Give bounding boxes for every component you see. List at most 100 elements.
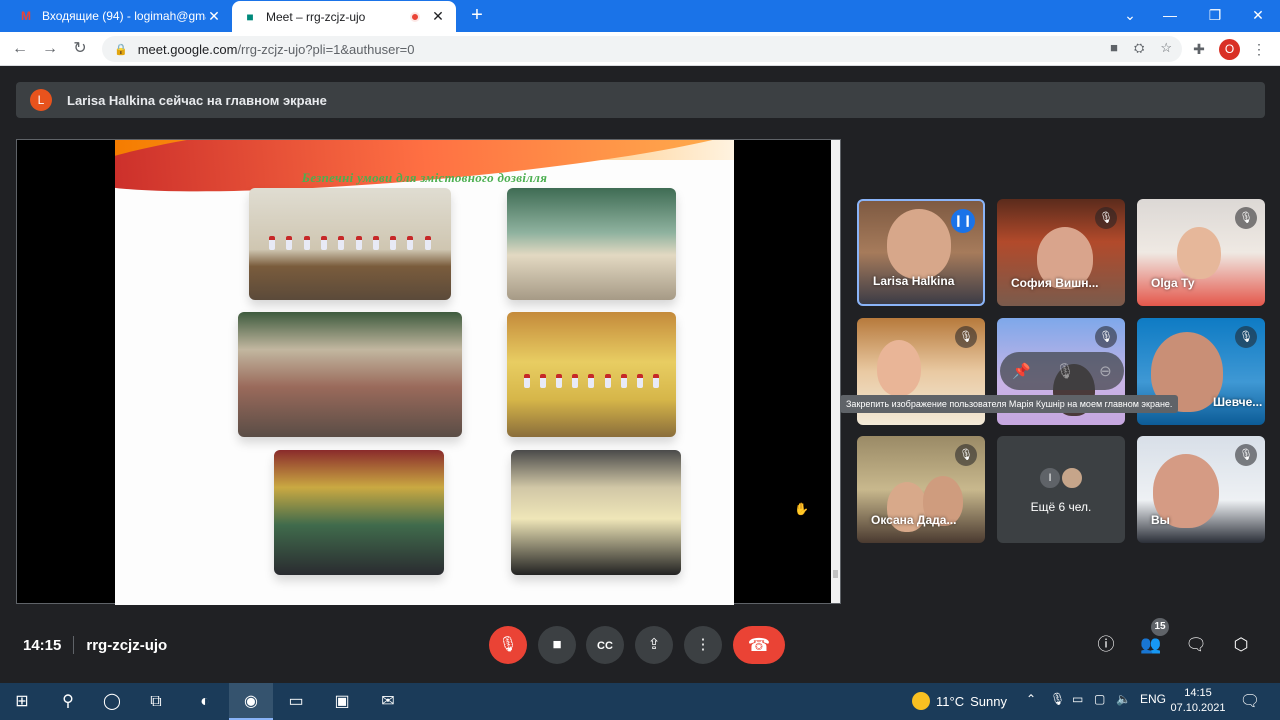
tray-mic-icon[interactable]: 🎙 — [1050, 692, 1065, 706]
participant-mini-avatar — [1060, 466, 1084, 490]
task-view-icon[interactable]: ⧉ — [134, 683, 178, 720]
clock-date: 07.10.2021 — [1170, 702, 1226, 714]
weather-desc: Sunny — [970, 693, 1007, 709]
mic-off-icon: 🎙 — [1235, 326, 1257, 348]
speaking-indicator-icon: ❙❙ — [951, 209, 975, 233]
camera-icon: ■ — [552, 636, 562, 653]
present-screen-icon: ⇪ — [647, 636, 661, 653]
tab-title: Входящие (94) - logimah@gmail — [42, 9, 206, 23]
maximize-button[interactable]: ❐ — [1195, 0, 1235, 32]
camera-toggle-button[interactable]: ■ — [538, 626, 576, 664]
mic-toggle-button[interactable]: 🎙 — [489, 626, 527, 664]
slide-title: Безпечні умови для змістовного дозвілля — [301, 170, 548, 185]
windows-start-icon[interactable]: ⊞ — [0, 683, 44, 720]
edge-icon[interactable]: ◐ — [183, 683, 227, 720]
chat-icon: 🗨 — [1185, 635, 1207, 654]
tab-meet[interactable]: ■ Meet – rrg-zcjz-ujo ✕ — [232, 1, 456, 32]
search-icon[interactable]: ⚲ — [46, 683, 90, 720]
tray-chevron-icon[interactable]: ⌃ — [1026, 692, 1036, 706]
presentation-stage[interactable]: Безпечні умови для змістовного дозвілля … — [16, 139, 841, 605]
participant-video — [887, 209, 951, 279]
network-icon[interactable]: ▢ — [1094, 692, 1105, 706]
participant-name: София Вишн... — [1011, 276, 1099, 290]
info-icon: ⓘ — [1097, 635, 1115, 654]
mic-off-icon: 🎙 — [1235, 207, 1257, 229]
leave-call-button[interactable]: ☎ — [733, 626, 785, 664]
taskbar-clock[interactable]: 14:15 07.10.2021 — [1170, 686, 1226, 716]
translate-icon[interactable]: ⛭ — [1134, 40, 1144, 56]
url-host: meet.google.com — [137, 41, 238, 57]
file-explorer-icon[interactable]: ▭ — [274, 683, 318, 720]
tile-hover-controls: 📌 🎙 ⊖ — [1000, 352, 1124, 390]
minimize-button[interactable]: — — [1150, 0, 1190, 32]
participant-tile[interactable]: ❙❙ Larisa Halkina — [857, 199, 985, 306]
meeting-code: rrg-zcjz-ujo — [86, 636, 168, 654]
captions-button[interactable]: CC — [586, 626, 624, 664]
mail-icon[interactable]: ✉ — [366, 683, 410, 720]
sunny-icon — [912, 692, 930, 710]
browser-toolbar: ← → ↻ 🔒 meet.google.com/rrg-zcjz-ujo?pli… — [0, 32, 1280, 66]
more-vert-icon: ⋮ — [695, 636, 711, 653]
battery-icon[interactable]: ▭ — [1072, 692, 1083, 706]
mic-off-icon: 🎙 — [1095, 207, 1117, 229]
store-icon[interactable]: ▣ — [320, 683, 364, 720]
close-window-button[interactable]: ✕ — [1238, 0, 1278, 32]
language-indicator[interactable]: ENG — [1140, 692, 1166, 706]
tab-search-icon[interactable]: ⌄ — [1110, 0, 1150, 32]
divider — [73, 636, 75, 654]
more-options-button[interactable]: ⋮ — [684, 626, 722, 664]
meeting-time: 14:15 — [23, 636, 62, 654]
url-path: /rrg-zcjz-ujo?pli=1&authuser=0 — [237, 41, 415, 57]
present-button[interactable]: ⇪ — [635, 626, 673, 664]
participant-name: Шевче... — [1213, 395, 1263, 409]
remove-participant-icon[interactable]: ⊖ — [1099, 362, 1112, 380]
camera-indicator-icon[interactable]: ■ — [1110, 40, 1118, 56]
more-participants-avatars: I — [1038, 466, 1084, 490]
mute-participant-icon[interactable]: 🎙 — [1056, 362, 1075, 380]
reload-icon[interactable]: ↻ — [68, 37, 92, 61]
new-tab-button[interactable]: + — [466, 5, 488, 27]
more-participants-label: Ещё 6 чел. — [1030, 500, 1092, 514]
pin-icon[interactable]: 📌 — [1012, 362, 1031, 380]
forward-arrow-icon[interactable]: → — [38, 37, 62, 61]
self-tile[interactable]: 🎙 Вы — [1137, 436, 1265, 543]
participant-tile[interactable]: 🎙 София Вишн... — [997, 199, 1125, 306]
mic-off-icon: 🎙 — [955, 326, 977, 348]
weather-widget[interactable]: 11°C Sunny — [912, 692, 1007, 710]
chat-button[interactable]: 🗨 — [1183, 632, 1209, 658]
tab-gmail[interactable]: M Входящие (94) - logimah@gmail ✕ — [8, 0, 232, 32]
address-bar[interactable]: 🔒 meet.google.com/rrg-zcjz-ujo?pli=1&aut… — [102, 36, 1182, 62]
menu-kebab-icon[interactable]: ⋮ — [1248, 38, 1270, 60]
clock-time: 14:15 — [1184, 687, 1212, 699]
meeting-details: 14:15 rrg-zcjz-ujo — [23, 636, 167, 654]
gmail-icon: M — [21, 9, 31, 23]
meeting-info-button[interactable]: ⓘ — [1093, 632, 1119, 658]
scrollbar[interactable] — [831, 140, 840, 603]
tab-title: Meet – rrg-zcjz-ujo — [266, 9, 366, 24]
back-arrow-icon[interactable]: ← — [8, 37, 32, 61]
photo-dance-stage — [507, 312, 676, 437]
mic-off-icon: 🎙 — [955, 444, 977, 466]
activities-button[interactable]: ⬡ — [1228, 632, 1254, 658]
participant-tile[interactable]: 🎙 Оксана Дада... — [857, 436, 985, 543]
end-call-icon: ☎ — [747, 635, 771, 655]
bookmark-star-icon[interactable]: ☆ — [1160, 40, 1172, 56]
notifications-icon[interactable]: 🗨 — [1228, 683, 1272, 720]
activities-icon: ⬡ — [1233, 635, 1249, 654]
hand-cursor-icon: ✋ — [794, 502, 809, 516]
weather-temp: 11°C — [936, 693, 965, 709]
recording-indicator-icon — [410, 11, 420, 22]
chrome-icon[interactable]: ◉ — [229, 683, 273, 720]
participant-mini-avatar: I — [1038, 466, 1062, 490]
browser-tab-strip: M Входящие (94) - logimah@gmail ✕ ■ Meet… — [0, 0, 1280, 32]
lock-icon[interactable]: 🔒 — [114, 43, 128, 56]
meet-icon: ■ — [246, 9, 254, 24]
participant-tile[interactable]: 🎙 Olga Ту — [1137, 199, 1265, 306]
close-tab-icon[interactable]: ✕ — [206, 8, 222, 25]
mic-off-icon: 🎙 — [1095, 326, 1117, 348]
volume-icon[interactable]: 🔈 — [1116, 692, 1131, 706]
close-tab-icon[interactable]: ✕ — [430, 8, 446, 25]
cortana-icon[interactable]: ◯ — [90, 683, 134, 720]
extensions-icon[interactable]: ✚ — [1188, 38, 1210, 60]
profile-avatar[interactable]: O — [1219, 39, 1240, 60]
